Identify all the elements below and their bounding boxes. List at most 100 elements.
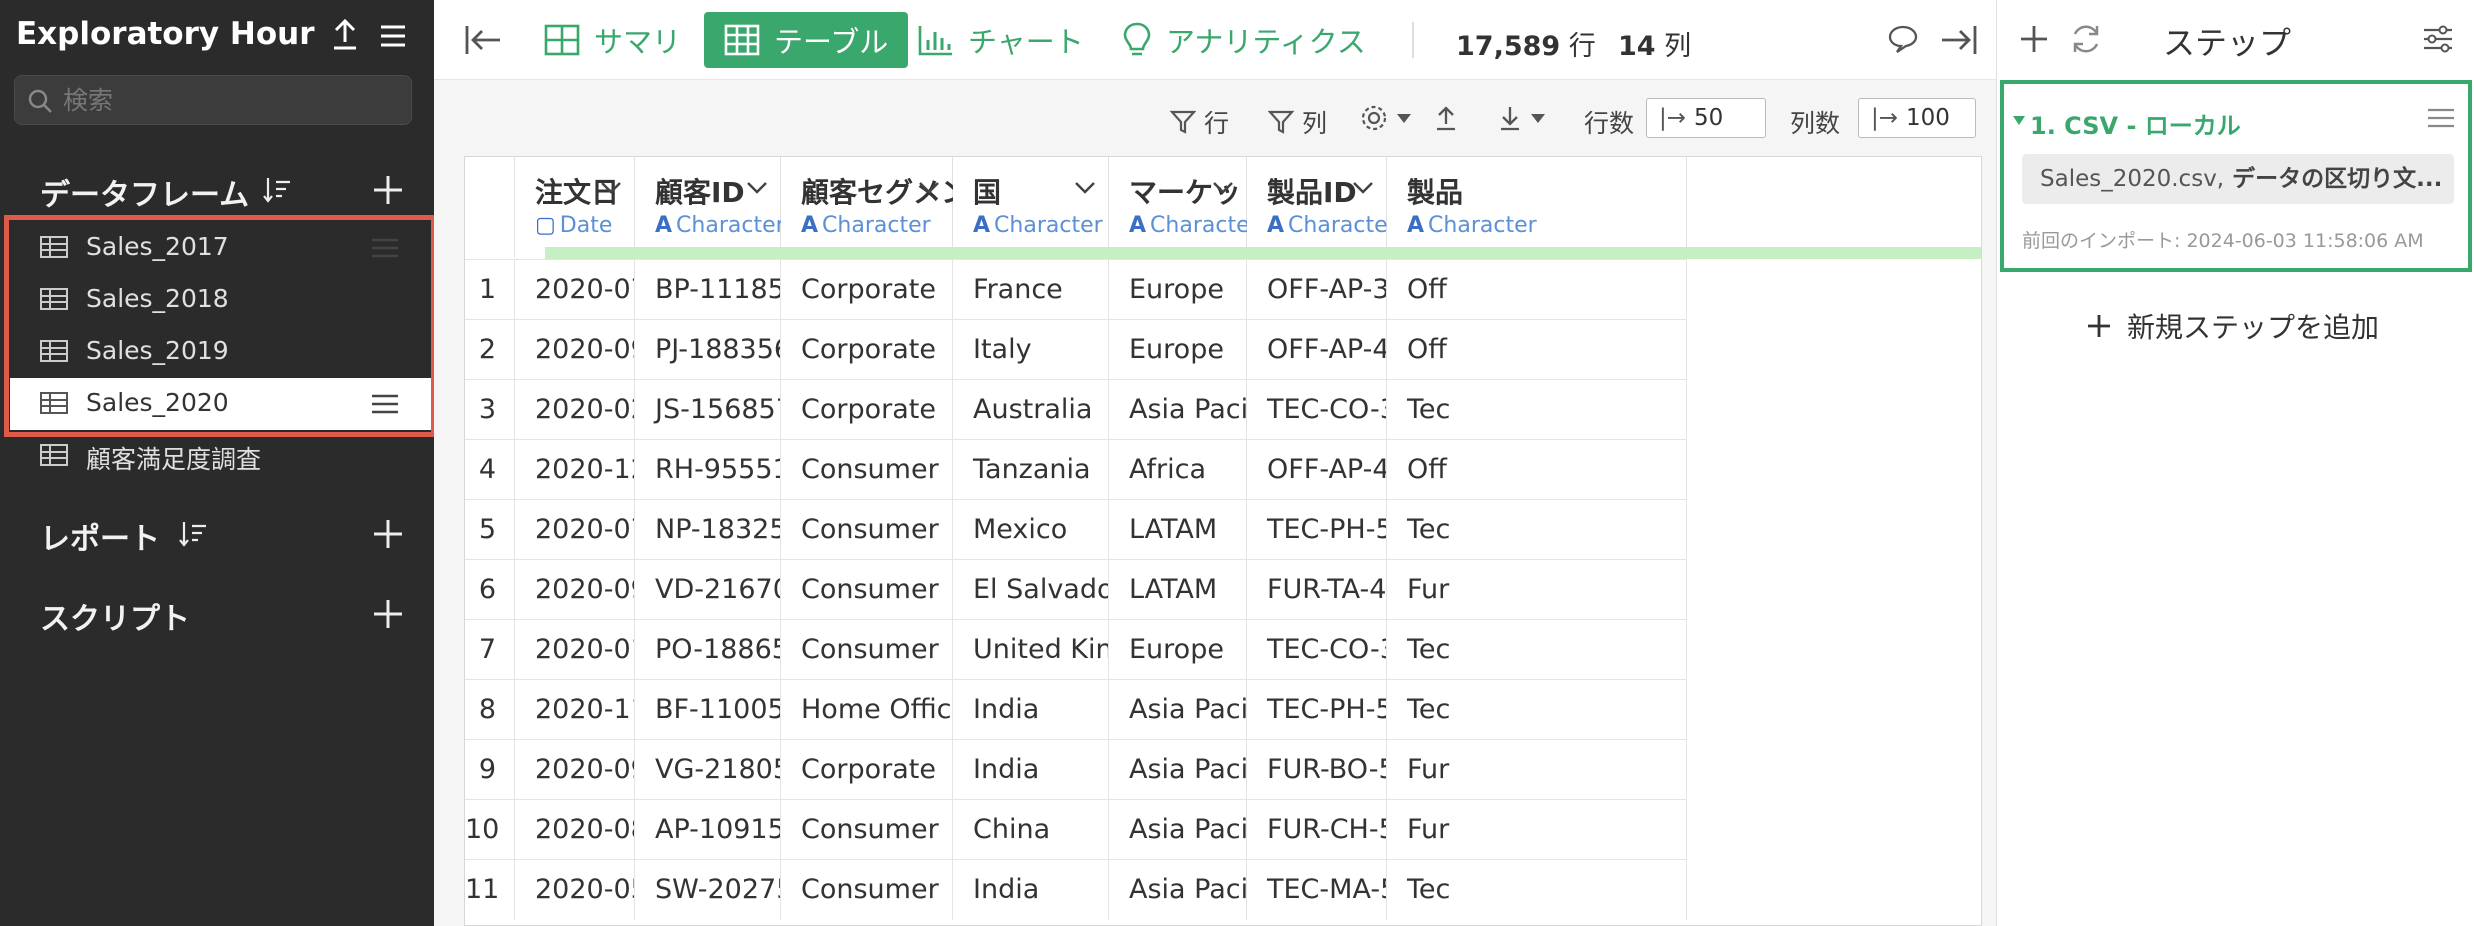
reports-heading: レポート xyxy=(40,522,160,557)
row-count: 17,589 行 xyxy=(1456,31,1596,62)
sort-icon[interactable] xyxy=(262,176,292,204)
table-cell: OFF-AP-4967 xyxy=(1247,440,1387,500)
table-row[interactable]: 102020-08-28AP-1091527ConsumerChinaAsia … xyxy=(465,799,1687,860)
table-cell: Europe xyxy=(1109,320,1247,380)
table-cell: Off xyxy=(1387,260,1687,320)
table-cell: TEC-CO-3598 xyxy=(1247,620,1387,680)
table-cell: TEC-CO-3597 xyxy=(1247,380,1387,440)
chevron-down-icon[interactable] xyxy=(1212,181,1234,195)
add-step-plus-icon[interactable] xyxy=(2017,22,2051,56)
settings-dropdown[interactable] xyxy=(1360,104,1420,132)
column-name: 製品ID xyxy=(1267,176,1357,209)
column-header[interactable]: 顧客ID A Character xyxy=(635,157,785,257)
step-menu-icon[interactable] xyxy=(2426,106,2456,130)
chevron-down-icon[interactable] xyxy=(918,181,940,195)
collapse-left-icon[interactable] xyxy=(464,24,504,56)
table-cell: Consumer xyxy=(781,860,953,920)
table-icon xyxy=(40,444,68,466)
table-row[interactable]: 32020-02-01JS-156857CorporateAustraliaAs… xyxy=(465,379,1687,440)
row-index: 6 xyxy=(465,560,515,620)
column-header[interactable]: 製品 A Character xyxy=(1387,157,1687,257)
rows-label: 行数 xyxy=(1584,109,1635,138)
steps-title: ステップ xyxy=(2163,24,2292,62)
filter-icon xyxy=(1268,110,1294,134)
table-cell: Asia Pacific xyxy=(1109,800,1247,860)
tab-chart[interactable]: チャート xyxy=(918,12,1084,68)
table-cell: FUR-TA-4643 xyxy=(1247,560,1387,620)
table-cell: India xyxy=(953,740,1109,800)
rows-count-input[interactable]: |→ 50 xyxy=(1646,98,1766,138)
import-dropdown[interactable] xyxy=(1498,104,1554,132)
hamburger-menu-icon[interactable] xyxy=(378,18,412,52)
table-cell: Tec xyxy=(1387,860,1687,920)
chevron-down-icon[interactable] xyxy=(746,181,768,195)
cols-count-input[interactable]: |→ 100 xyxy=(1858,98,1976,138)
chevron-down-icon[interactable] xyxy=(1074,181,1096,195)
step-description: Sales_2020.csv, データの区切り文... xyxy=(2022,154,2454,204)
row-index: 1 xyxy=(465,260,515,320)
table-row[interactable]: 72020-01-15PO-18865139ConsumerUnited Kin… xyxy=(465,619,1687,680)
table-cell: Fur xyxy=(1387,560,1687,620)
table-cell: 2020-02-01 xyxy=(515,380,635,440)
table-row[interactable]: 22020-09-08PJ-1883564CorporateItalyEurop… xyxy=(465,319,1687,380)
data-table: 注文日 ▢ Date 顧客ID A Character 顧客セグメント A Character 国… xyxy=(464,156,1982,926)
table-cell: OFF-AP-3575 xyxy=(1247,260,1387,320)
search-input[interactable] xyxy=(63,82,393,118)
tab-chart-label: チャート xyxy=(968,25,1084,59)
scripts-heading: スクリプト xyxy=(40,602,190,637)
column-filter-button[interactable]: 列 xyxy=(1268,104,1327,140)
row-index: 7 xyxy=(465,620,515,680)
table-row[interactable]: 62020-09-05VD-2167039ConsumerEl Salvador… xyxy=(465,559,1687,620)
calendar-icon: ▢ xyxy=(535,213,556,238)
table-cell: 2020-07-31 xyxy=(515,260,635,320)
table-row[interactable]: 82020-11-11BF-1100558Home OfficeIndiaAsi… xyxy=(465,679,1687,740)
tab-summary[interactable]: サマリ xyxy=(544,12,681,68)
upload-icon[interactable] xyxy=(330,18,364,52)
chevron-down-icon[interactable] xyxy=(600,181,622,195)
row-filter-button[interactable]: 行 xyxy=(1170,104,1229,140)
table-cell: RH-9555129 xyxy=(635,440,781,500)
plus-icon xyxy=(2088,315,2110,337)
table-cell: Fur xyxy=(1387,740,1687,800)
chevron-down-icon[interactable] xyxy=(1352,181,1374,195)
table-cell: VG-2180558 xyxy=(635,740,781,800)
comment-icon[interactable] xyxy=(1886,22,1920,56)
collapse-right-icon[interactable] xyxy=(1938,24,1978,56)
character-type-icon: A xyxy=(801,213,819,238)
table-cell: 2020-07-31 xyxy=(515,500,635,560)
column-header[interactable]: 注文日 ▢ Date xyxy=(515,157,635,257)
row-index: 11 xyxy=(465,860,515,920)
character-type-icon: A xyxy=(655,213,673,238)
column-header[interactable]: マーケット A Character xyxy=(1109,157,1269,257)
table-row[interactable]: 52020-07-31NP-1832582ConsumerMexicoLATAM… xyxy=(465,499,1687,560)
table-cell: SW-2027558 xyxy=(635,860,781,920)
export-button[interactable] xyxy=(1434,104,1466,132)
add-dataframe-icon[interactable] xyxy=(370,172,406,208)
table-row[interactable]: 12020-07-31BP-1118545CorporateFranceEuro… xyxy=(465,259,1687,320)
expand-caret-icon[interactable] xyxy=(2012,114,2026,126)
column-header[interactable]: 製品ID A Character xyxy=(1247,157,1397,257)
table-cell: Tec xyxy=(1387,620,1687,680)
bar-chart-icon xyxy=(918,26,952,56)
selection-highlight xyxy=(4,215,436,437)
table-row[interactable]: 92020-09-26VG-2180558CorporateIndiaAsia … xyxy=(465,739,1687,800)
table-row[interactable]: 42020-12-05RH-9555129ConsumerTanzaniaAfr… xyxy=(465,439,1687,500)
refresh-icon[interactable] xyxy=(2069,22,2103,56)
sort-icon[interactable] xyxy=(178,520,208,548)
step-card-csv-local[interactable]: 1. CSV - ローカル Sales_2020.csv, データの区切り文..… xyxy=(2000,80,2472,272)
column-header[interactable]: 国 A Character xyxy=(953,157,1109,257)
tab-analytics[interactable]: アナリティクス xyxy=(1122,12,1366,68)
search-box[interactable] xyxy=(14,75,412,125)
column-header[interactable]: 顧客セグメント A Character xyxy=(781,157,997,257)
dataframe-item-customer-survey[interactable]: 顧客満足度調査 xyxy=(10,430,434,482)
add-report-icon[interactable] xyxy=(370,516,406,552)
sliders-icon[interactable] xyxy=(2421,22,2455,56)
table-row[interactable]: 112020-05-01SW-2027558ConsumerIndiaAsia … xyxy=(465,859,1687,920)
add-script-icon[interactable] xyxy=(370,596,406,632)
tab-table[interactable]: テーブル xyxy=(704,12,909,68)
table-cell: Tanzania xyxy=(953,440,1109,500)
lightbulb-icon xyxy=(1123,22,1151,56)
project-title[interactable]: Exploratory Hour ... xyxy=(16,16,326,52)
add-new-step-button[interactable]: 新規ステップを追加 xyxy=(2085,306,2379,346)
table-cell: TEC-PH-5269 xyxy=(1247,680,1387,740)
